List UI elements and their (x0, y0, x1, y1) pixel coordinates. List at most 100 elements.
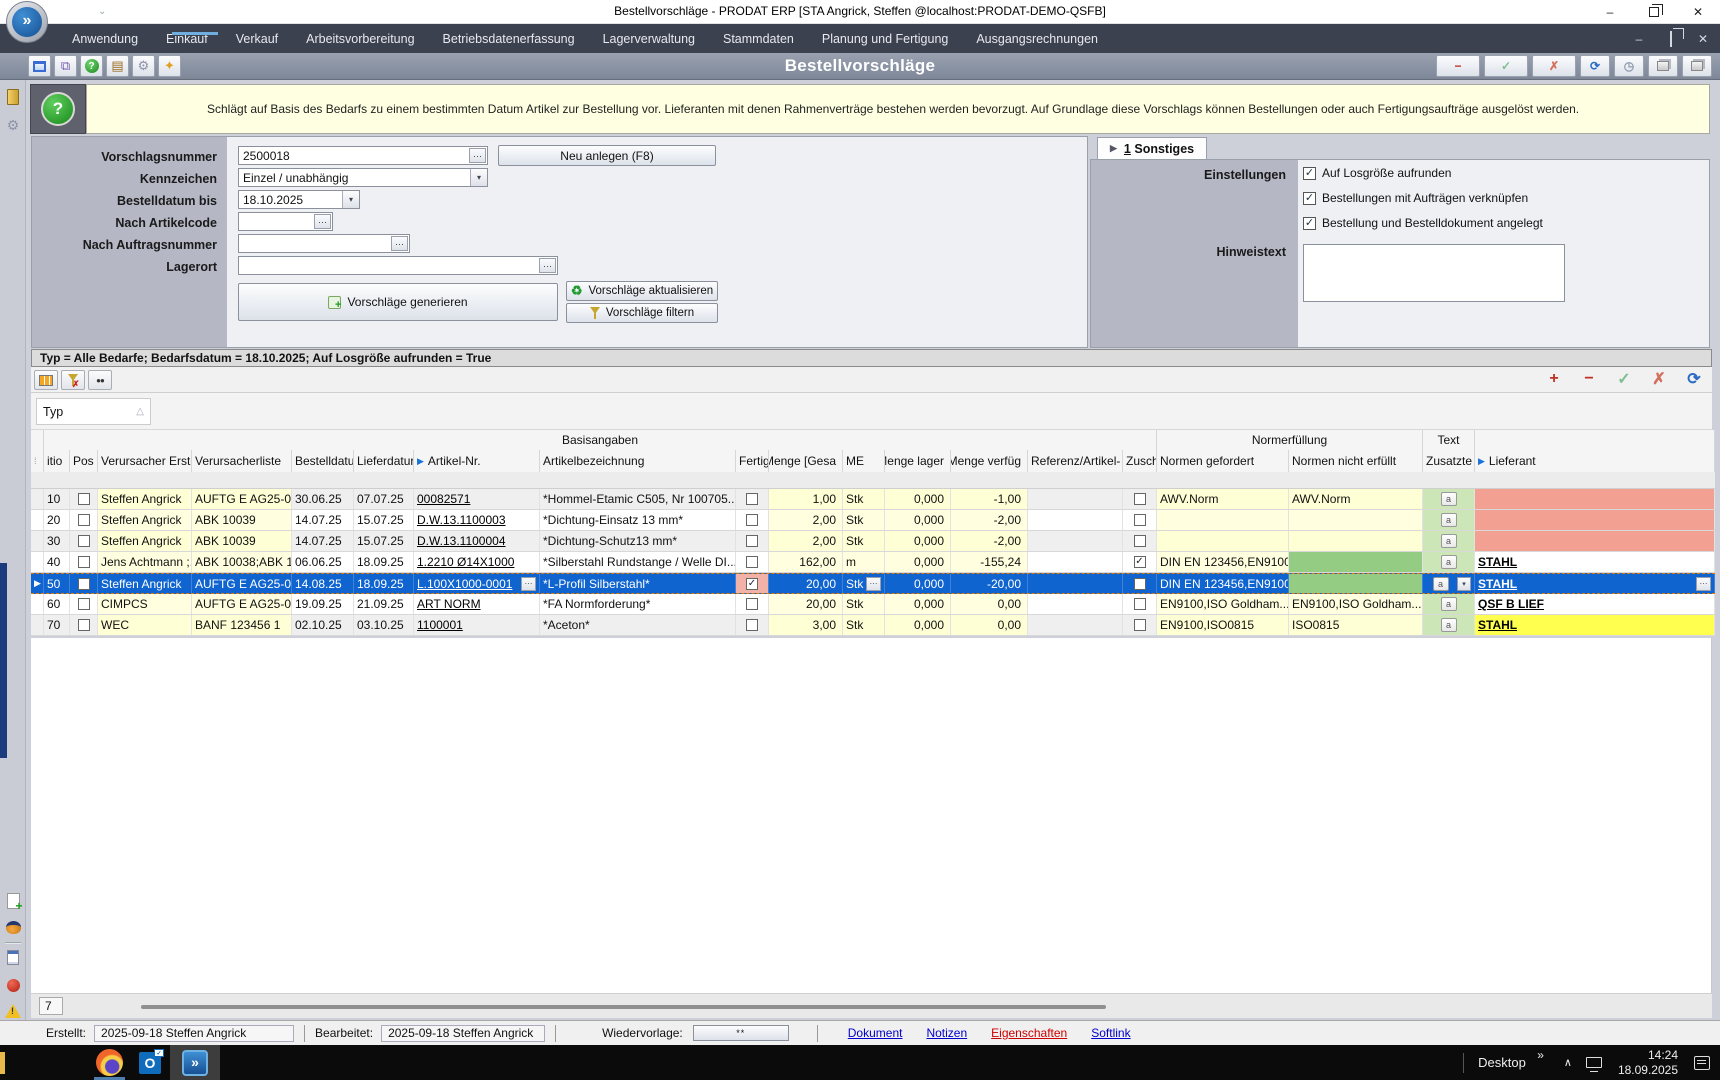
column-header-15[interactable]: Zuschn (1123, 450, 1157, 472)
column-header-3[interactable]: Verursacher Erste (98, 450, 192, 472)
me-browse-button[interactable]: ··· (866, 577, 881, 591)
menu-item-6[interactable]: Lagerverwaltung (589, 26, 709, 52)
vorschlagsnummer-browse-button[interactable]: ··· (469, 148, 486, 163)
zusatztext-button[interactable]: a (1441, 513, 1457, 527)
lieferant-link[interactable]: STAHL (1478, 555, 1517, 569)
fertigung-checkbox[interactable] (746, 598, 758, 610)
artikelcode-input[interactable]: ··· (238, 212, 333, 231)
checkbox-1[interactable]: ✓ (1303, 167, 1316, 180)
table-row-40[interactable]: 40Jens Achtmann ;...ABK 10038;ABK 10...0… (31, 552, 1715, 573)
horizontal-scrollbar[interactable] (141, 1005, 1106, 1009)
kennzeichen-select[interactable]: Einzel / unabhängig ▾ (238, 168, 488, 187)
mdi-minimize-button[interactable]: – (1628, 32, 1650, 46)
zusatztext-button[interactable]: a (1441, 555, 1457, 569)
zuschnitt-checkbox[interactable] (1134, 598, 1146, 610)
filter-clear-button[interactable] (61, 370, 85, 390)
package-run-button[interactable] (1682, 55, 1712, 77)
artikelnr-link[interactable]: 1.2210 Ø14X1000 (417, 555, 514, 569)
fertigung-checkbox[interactable] (746, 514, 758, 526)
column-settings-button[interactable] (34, 370, 58, 390)
checkbox-2[interactable]: ✓ (1303, 192, 1316, 205)
table-row-30[interactable]: 30Steffen AngrickABK 1003914.07.2515.07.… (31, 531, 1715, 552)
firefox-icon[interactable] (96, 1049, 123, 1076)
stop-button[interactable] (4, 976, 22, 994)
rail-settings-button[interactable]: ⚙ (4, 116, 22, 134)
artikelnr-link[interactable]: 1100001 (417, 618, 463, 632)
menu-item-2[interactable]: Einkauf (152, 26, 222, 52)
artikelnr-browse-button[interactable]: ··· (521, 577, 536, 591)
neu-anlegen-button[interactable]: Neu anlegen (F8) (498, 145, 716, 166)
pos-checkbox[interactable] (78, 578, 90, 590)
history-button[interactable]: ◷ (1614, 55, 1644, 77)
row-cancel-button[interactable]: ✗ (1651, 369, 1667, 389)
notification-center-icon[interactable] (1694, 1056, 1710, 1070)
column-header-10[interactable]: Menge [Gesa (769, 450, 843, 472)
cancel-button[interactable]: ✗ (1532, 55, 1576, 77)
row-delete-button[interactable]: − (1581, 370, 1597, 388)
pos-checkbox[interactable] (78, 535, 90, 547)
lagerort-browse-button[interactable]: ··· (539, 258, 556, 273)
column-header-4[interactable]: Verursacherliste (192, 450, 292, 472)
menu-item-5[interactable]: Betriebsdatenerfassung (429, 26, 589, 52)
package-button[interactable] (1648, 55, 1678, 77)
table-row-70[interactable]: 70WECBANF 123456 102.10.2503.10.25110000… (31, 615, 1715, 636)
zuschnitt-checkbox[interactable] (1134, 578, 1146, 590)
window-close-button[interactable]: ✕ (1676, 0, 1720, 24)
lieferant-link[interactable]: QSF B LIEF (1478, 597, 1544, 611)
delete-button[interactable]: − (1436, 55, 1480, 77)
dock-handle[interactable] (0, 563, 7, 758)
table-row-50[interactable]: ▶50Steffen AngrickAUFTG E AG25-00...14.0… (31, 573, 1715, 594)
vorschlaege-filtern-button[interactable]: Vorschläge filtern (566, 303, 718, 323)
auftragsnummer-browse-button[interactable]: ··· (391, 236, 408, 251)
artikelnr-link[interactable]: D.W.13.1100004 (417, 534, 506, 548)
lieferant-link[interactable]: STAHL (1478, 577, 1517, 591)
checkbox-3[interactable]: ✓ (1303, 217, 1316, 230)
tab-sonstiges[interactable]: ▶ 1 Sonstiges (1097, 137, 1207, 159)
bestelldatum-input[interactable]: 18.10.2025 ▾ (238, 190, 360, 209)
table-row-10[interactable]: 10Steffen AngrickAUFTG E AG25-00...30.06… (31, 489, 1715, 510)
mdi-close-button[interactable]: ✕ (1692, 32, 1714, 46)
vorschlagsnummer-input[interactable]: 2500018 ··· (238, 146, 488, 165)
zuschnitt-checkbox[interactable]: ✓ (1134, 556, 1146, 568)
outlook-icon[interactable]: O✓ (139, 1052, 161, 1074)
footer-link-softlink[interactable]: Softlink (1091, 1026, 1130, 1040)
lieferant-browse-button[interactable]: ··· (1696, 577, 1711, 591)
help-circle-button[interactable]: ? (41, 92, 75, 126)
list-button[interactable] (4, 948, 22, 966)
desktop-toolbar[interactable]: Desktop» (1478, 1055, 1550, 1070)
taskbar-clock[interactable]: 14:2418.09.2025 (1618, 1048, 1678, 1078)
auftragsnummer-input[interactable]: ··· (238, 234, 410, 253)
column-header-17[interactable]: Normen nicht erfüllt (1289, 450, 1423, 472)
zusatztext-button[interactable]: a (1441, 534, 1457, 548)
mdi-restore-button[interactable] (1660, 32, 1682, 46)
column-header-18[interactable]: Zusatzte (1423, 450, 1475, 472)
zusatztext-button[interactable]: a (1441, 618, 1457, 632)
column-header-6[interactable]: Lieferdatur (354, 450, 414, 472)
wiedervorlage-button[interactable]: ** (693, 1025, 789, 1041)
fertigung-checkbox[interactable] (746, 535, 758, 547)
zuschnitt-checkbox[interactable] (1134, 493, 1146, 505)
zusatztext-button[interactable]: a (1433, 577, 1449, 591)
sort-ascending-icon[interactable]: △ (136, 406, 144, 417)
pinned-app-sliver-icon[interactable] (0, 1052, 5, 1074)
menu-item-4[interactable]: Arbeitsvorbereitung (292, 26, 428, 52)
menu-item-7[interactable]: Stammdaten (709, 26, 808, 52)
table-row-60[interactable]: 60CIMPCSAUFTG E AG25-00...19.09.2521.09.… (31, 594, 1715, 615)
warning-button[interactable] (4, 1002, 22, 1020)
window-restore-button[interactable] (1632, 0, 1676, 24)
zusatztext-dropdown-icon[interactable]: ▾ (1457, 577, 1471, 591)
fertigung-checkbox[interactable] (746, 619, 758, 631)
artikelnr-link[interactable]: D.W.13.1100003 (417, 513, 506, 527)
artikelnr-link[interactable]: 00082571 (417, 492, 470, 506)
partner-button[interactable] (4, 918, 22, 936)
pos-checkbox[interactable] (78, 514, 90, 526)
row-accept-button[interactable]: ✓ (1616, 369, 1632, 389)
menu-item-3[interactable]: Verkauf (222, 26, 292, 52)
artikelcode-browse-button[interactable]: ··· (314, 214, 331, 229)
lieferant-link[interactable]: STAHL (1478, 618, 1517, 632)
pos-checkbox[interactable] (78, 619, 90, 631)
zuschnitt-checkbox[interactable] (1134, 514, 1146, 526)
column-header-8[interactable]: Artikelbezeichnung (540, 450, 736, 472)
add-document-button[interactable] (4, 892, 22, 910)
prodat-taskbar-button[interactable]: » (170, 1045, 220, 1080)
